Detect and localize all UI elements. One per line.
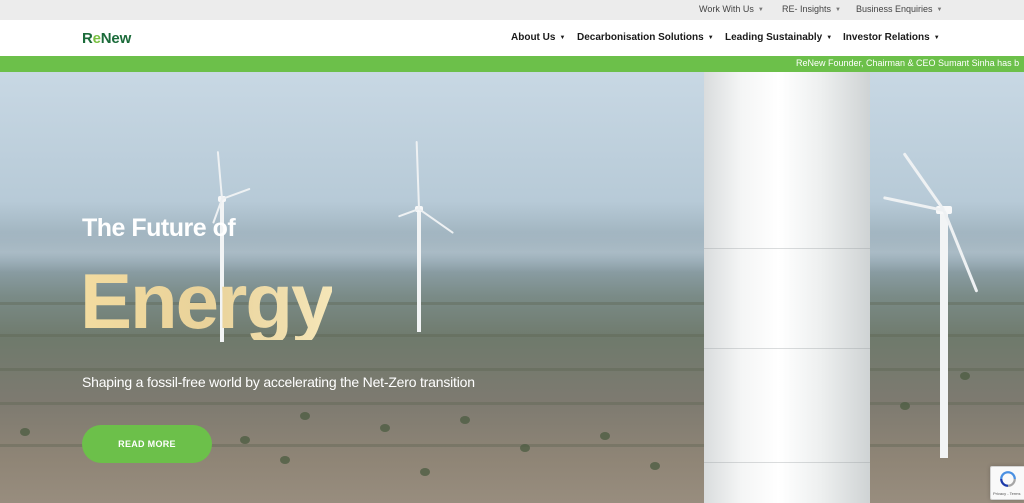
tree <box>460 416 470 424</box>
chevron-down-icon: ▼ <box>936 7 943 13</box>
chevron-down-icon: ▼ <box>835 7 841 13</box>
ticker-text[interactable]: ReNew Founder, Chairman & CEO Sumant Sin… <box>796 58 1019 68</box>
tree <box>900 402 910 410</box>
field-band <box>0 402 1024 405</box>
recaptcha-icon <box>1000 471 1016 487</box>
chevron-down-icon: ▼ <box>826 35 833 41</box>
tree <box>600 432 610 440</box>
hero-subtitle: Shaping a fossil-free world by accelerat… <box>82 374 475 390</box>
nav-item-leading-sustainably[interactable]: Leading Sustainably ▼ <box>725 32 832 43</box>
field-band <box>0 368 1024 371</box>
utility-link-business-enquiries[interactable]: Business Enquiries ▼ <box>856 4 943 14</box>
tree <box>20 428 30 436</box>
tree <box>280 456 290 464</box>
hero-pretitle: The Future of <box>82 214 236 242</box>
chevron-down-icon: ▼ <box>707 35 714 41</box>
logo-letter: R <box>82 30 93 47</box>
chevron-down-icon: ▼ <box>757 7 764 13</box>
read-more-button[interactable]: READ MORE <box>82 425 212 463</box>
tree <box>240 436 250 444</box>
recaptcha-badge[interactable]: Privacy - Terms <box>990 466 1024 500</box>
tree <box>520 444 530 452</box>
recaptcha-text[interactable]: Privacy - Terms <box>993 491 1020 496</box>
nav-item-label: Investor Relations <box>843 32 930 43</box>
turbine-blade <box>415 141 420 210</box>
news-ticker: ReNew Founder, Chairman & CEO Sumant Sin… <box>0 56 1024 72</box>
logo-letter-accent: e <box>92 30 101 47</box>
tree <box>650 462 660 470</box>
nav-item-investor-relations[interactable]: Investor Relations ▼ <box>843 32 940 43</box>
tree <box>300 412 310 420</box>
utility-link-label: Business Enquiries <box>856 4 933 14</box>
hero-banner: The Future of Energy Shaping a fossil-fr… <box>0 72 1024 503</box>
utility-link-label: RE- Insights <box>782 4 832 14</box>
nav-item-label: Leading Sustainably <box>725 32 823 43</box>
main-navigation: ReNew About Us ▼ Decarbonisation Solution… <box>0 20 1024 56</box>
turbine-tower <box>417 210 421 332</box>
chevron-down-icon: ▼ <box>559 35 566 41</box>
turbine-blade <box>418 208 454 234</box>
tree <box>420 468 430 476</box>
turbine-blade <box>216 151 223 200</box>
turbine-tower <box>940 212 948 458</box>
renew-logo[interactable]: ReNew <box>82 30 131 47</box>
logo-word: New <box>100 30 132 47</box>
foreground-turbine-tower <box>704 72 870 503</box>
utility-link-re-insights[interactable]: RE- Insights ▼ <box>782 4 841 14</box>
hero-title: Energy <box>80 257 334 345</box>
nav-item-label: Decarbonisation Solutions <box>577 32 704 43</box>
tree <box>960 372 970 380</box>
utility-bar: Work With Us ▼ RE- Insights ▼ Business Enq… <box>0 0 1024 20</box>
tree <box>380 424 390 432</box>
tower-seam <box>704 462 870 463</box>
tower-seam <box>704 248 870 249</box>
turbine-blade <box>221 187 251 200</box>
nav-item-label: About Us <box>511 32 556 43</box>
utility-link-label: Work With Us <box>699 4 754 14</box>
utility-link-work-with-us[interactable]: Work With Us ▼ <box>699 4 764 14</box>
chevron-down-icon: ▼ <box>933 35 940 41</box>
nav-item-decarbonisation-solutions[interactable]: Decarbonisation Solutions ▼ <box>577 32 714 43</box>
tower-seam <box>704 348 870 349</box>
nav-item-about-us[interactable]: About Us ▼ <box>511 32 565 43</box>
